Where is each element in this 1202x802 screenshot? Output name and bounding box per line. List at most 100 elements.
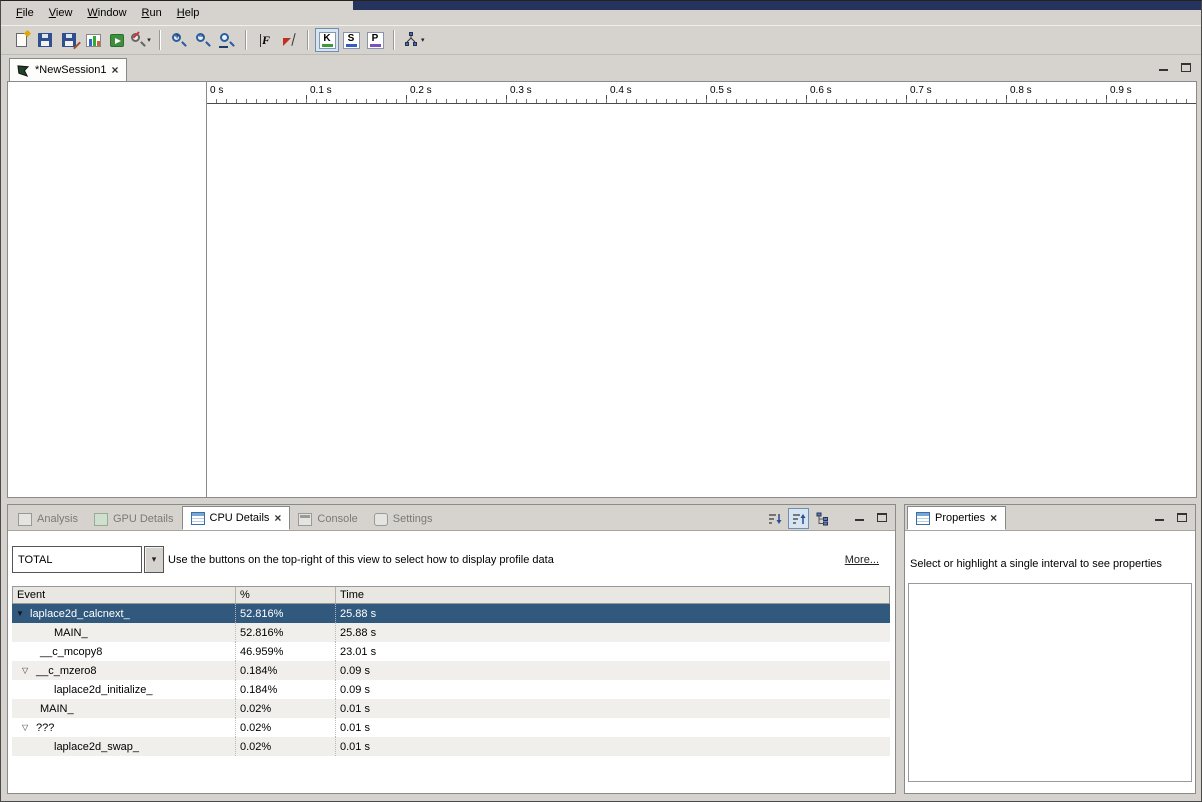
table-row[interactable]: laplace2d_swap_ 0.02% 0.01 s [12,737,890,756]
session-tab[interactable]: *NewSession1 × [9,58,127,81]
tree-expander-icon[interactable]: ▽ [22,724,36,732]
stream-mode-button[interactable]: S [339,28,363,52]
console-tab-icon [298,513,312,526]
menubar: File View Window Run Help [3,3,207,23]
process-mode-icon: P [367,32,384,49]
tab-analysis[interactable]: Analysis [10,508,86,530]
new-file-icon [16,33,27,47]
menu-window[interactable]: Window [80,5,134,21]
zoom-in-button[interactable]: + [167,28,191,52]
menu-file[interactable]: File [9,5,42,21]
details-panel: Analysis GPU Details CPU Details × Conso… [7,504,896,794]
save-button[interactable] [33,28,57,52]
details-tabbar: Analysis GPU Details CPU Details × Conso… [8,505,895,531]
ruler-tick [806,95,807,103]
event-filter-combo: TOTAL ▾ [12,546,164,573]
table-row[interactable]: laplace2d_initialize_ 0.184% 0.09 s [12,680,890,699]
minimize-button[interactable] [855,513,865,522]
tab-label: Analysis [37,513,78,525]
hierarchy-view-button[interactable] [788,508,809,529]
kernel-mode-icon: K [319,32,336,49]
timeline-canvas[interactable]: 0 s 0.1 s 0.2 s 0.3 s 0.4 s 0.5 s 0.6 s … [7,81,1197,498]
minimize-button[interactable] [1155,513,1165,522]
chevron-down-icon: ▾ [421,37,425,44]
timeline-row-header-sash[interactable] [206,82,207,497]
column-header-percent[interactable]: % [235,587,335,603]
table-row[interactable]: ▽ __c_mzero8 0.184% 0.09 s [12,661,890,680]
close-icon[interactable]: × [274,512,281,524]
marker-flag-button[interactable]: F [253,28,277,52]
tree-expander-icon[interactable]: ▼ [16,610,30,618]
table-row[interactable]: ▽ ??? 0.02% 0.01 s [12,718,890,737]
event-time: 25.88 s [335,604,890,623]
cpu-details-controls: TOTAL ▾ Use the buttons on the top-right… [8,532,895,586]
table-row[interactable]: __c_mcopy8 46.959% 23.01 s [12,642,890,661]
maximize-button[interactable] [877,513,887,522]
analysis-tab-icon [18,513,32,526]
close-icon[interactable]: × [990,512,997,524]
properties-tabbar: Properties × [905,505,1195,531]
maximize-button[interactable] [1181,63,1191,72]
ruler-tick [1006,95,1007,103]
table-header: Event % Time [12,586,890,604]
close-icon[interactable]: × [112,64,119,76]
column-header-time[interactable]: Time [335,587,889,603]
tab-settings[interactable]: Settings [366,508,441,530]
tab-cpu-details[interactable]: CPU Details × [182,506,291,530]
export-button[interactable] [105,28,129,52]
event-name: laplace2d_swap_ [54,741,139,753]
save-as-button[interactable] [57,28,81,52]
combo-value-field[interactable]: TOTAL [12,546,142,573]
ruler-tick [1106,95,1107,103]
minimize-button[interactable] [1159,63,1169,72]
tab-label: GPU Details [113,513,174,525]
ruler-label: 0.6 s [810,85,832,96]
new-session-button[interactable] [9,28,33,52]
tab-gpu-details[interactable]: GPU Details [86,508,182,530]
caller-tree-view-button[interactable] [812,508,833,529]
menu-help[interactable]: Help [170,5,208,21]
ruler-tick [706,95,707,103]
marker-reset-button[interactable] [277,28,301,52]
combo-dropdown-button[interactable]: ▾ [144,546,164,573]
event-name: MAIN_ [40,703,74,715]
maximize-button[interactable] [1177,513,1187,522]
tree-expander-icon[interactable]: ▽ [22,667,36,675]
toolbar-separator [159,30,161,50]
zoom-out-icon: − [196,33,210,47]
event-name: laplace2d_calcnext_ [30,608,130,620]
tab-label: Console [317,513,357,525]
kernel-mode-button[interactable]: K [315,28,339,52]
process-mode-button[interactable]: P [363,28,387,52]
timeline-ruler[interactable]: 0 s 0.1 s 0.2 s 0.3 s 0.4 s 0.5 s 0.6 s … [206,82,1196,104]
event-name: laplace2d_initialize_ [54,684,152,696]
more-link[interactable]: More... [845,554,879,566]
column-header-event[interactable]: Event [13,587,235,603]
event-percent: 0.02% [235,699,335,718]
zoom-mode-button[interactable]: ▾ [129,28,153,52]
menu-view[interactable]: View [42,5,81,21]
table-row[interactable]: MAIN_ 0.02% 0.01 s [12,699,890,718]
analysis-button[interactable]: ▾ [401,28,427,52]
zoom-fit-icon [220,33,234,47]
table-row[interactable]: MAIN_ 52.816% 25.88 s [12,623,890,642]
event-percent: 0.02% [235,718,335,737]
combo-value: TOTAL [18,554,52,566]
tab-properties[interactable]: Properties × [907,506,1006,530]
ruler-tick [606,95,607,103]
ruler-tick [306,95,307,103]
zoom-fit-button[interactable] [215,28,239,52]
zoom-out-button[interactable]: − [191,28,215,52]
event-name: MAIN_ [54,627,88,639]
event-time: 0.09 s [335,680,890,699]
stream-mode-icon: S [343,32,360,49]
table-row[interactable]: ▼ laplace2d_calcnext_ 52.816% 25.88 s [12,604,890,623]
app-window: File View Window Run Help ▾ + − F K S P [0,0,1202,802]
menu-run[interactable]: Run [135,5,170,21]
chart-button[interactable] [81,28,105,52]
event-percent: 52.816% [235,604,335,623]
tab-label: CPU Details [210,512,270,524]
tab-console[interactable]: Console [290,508,365,530]
flat-view-button[interactable] [764,508,785,529]
ruler-label: 0.8 s [1010,85,1032,96]
